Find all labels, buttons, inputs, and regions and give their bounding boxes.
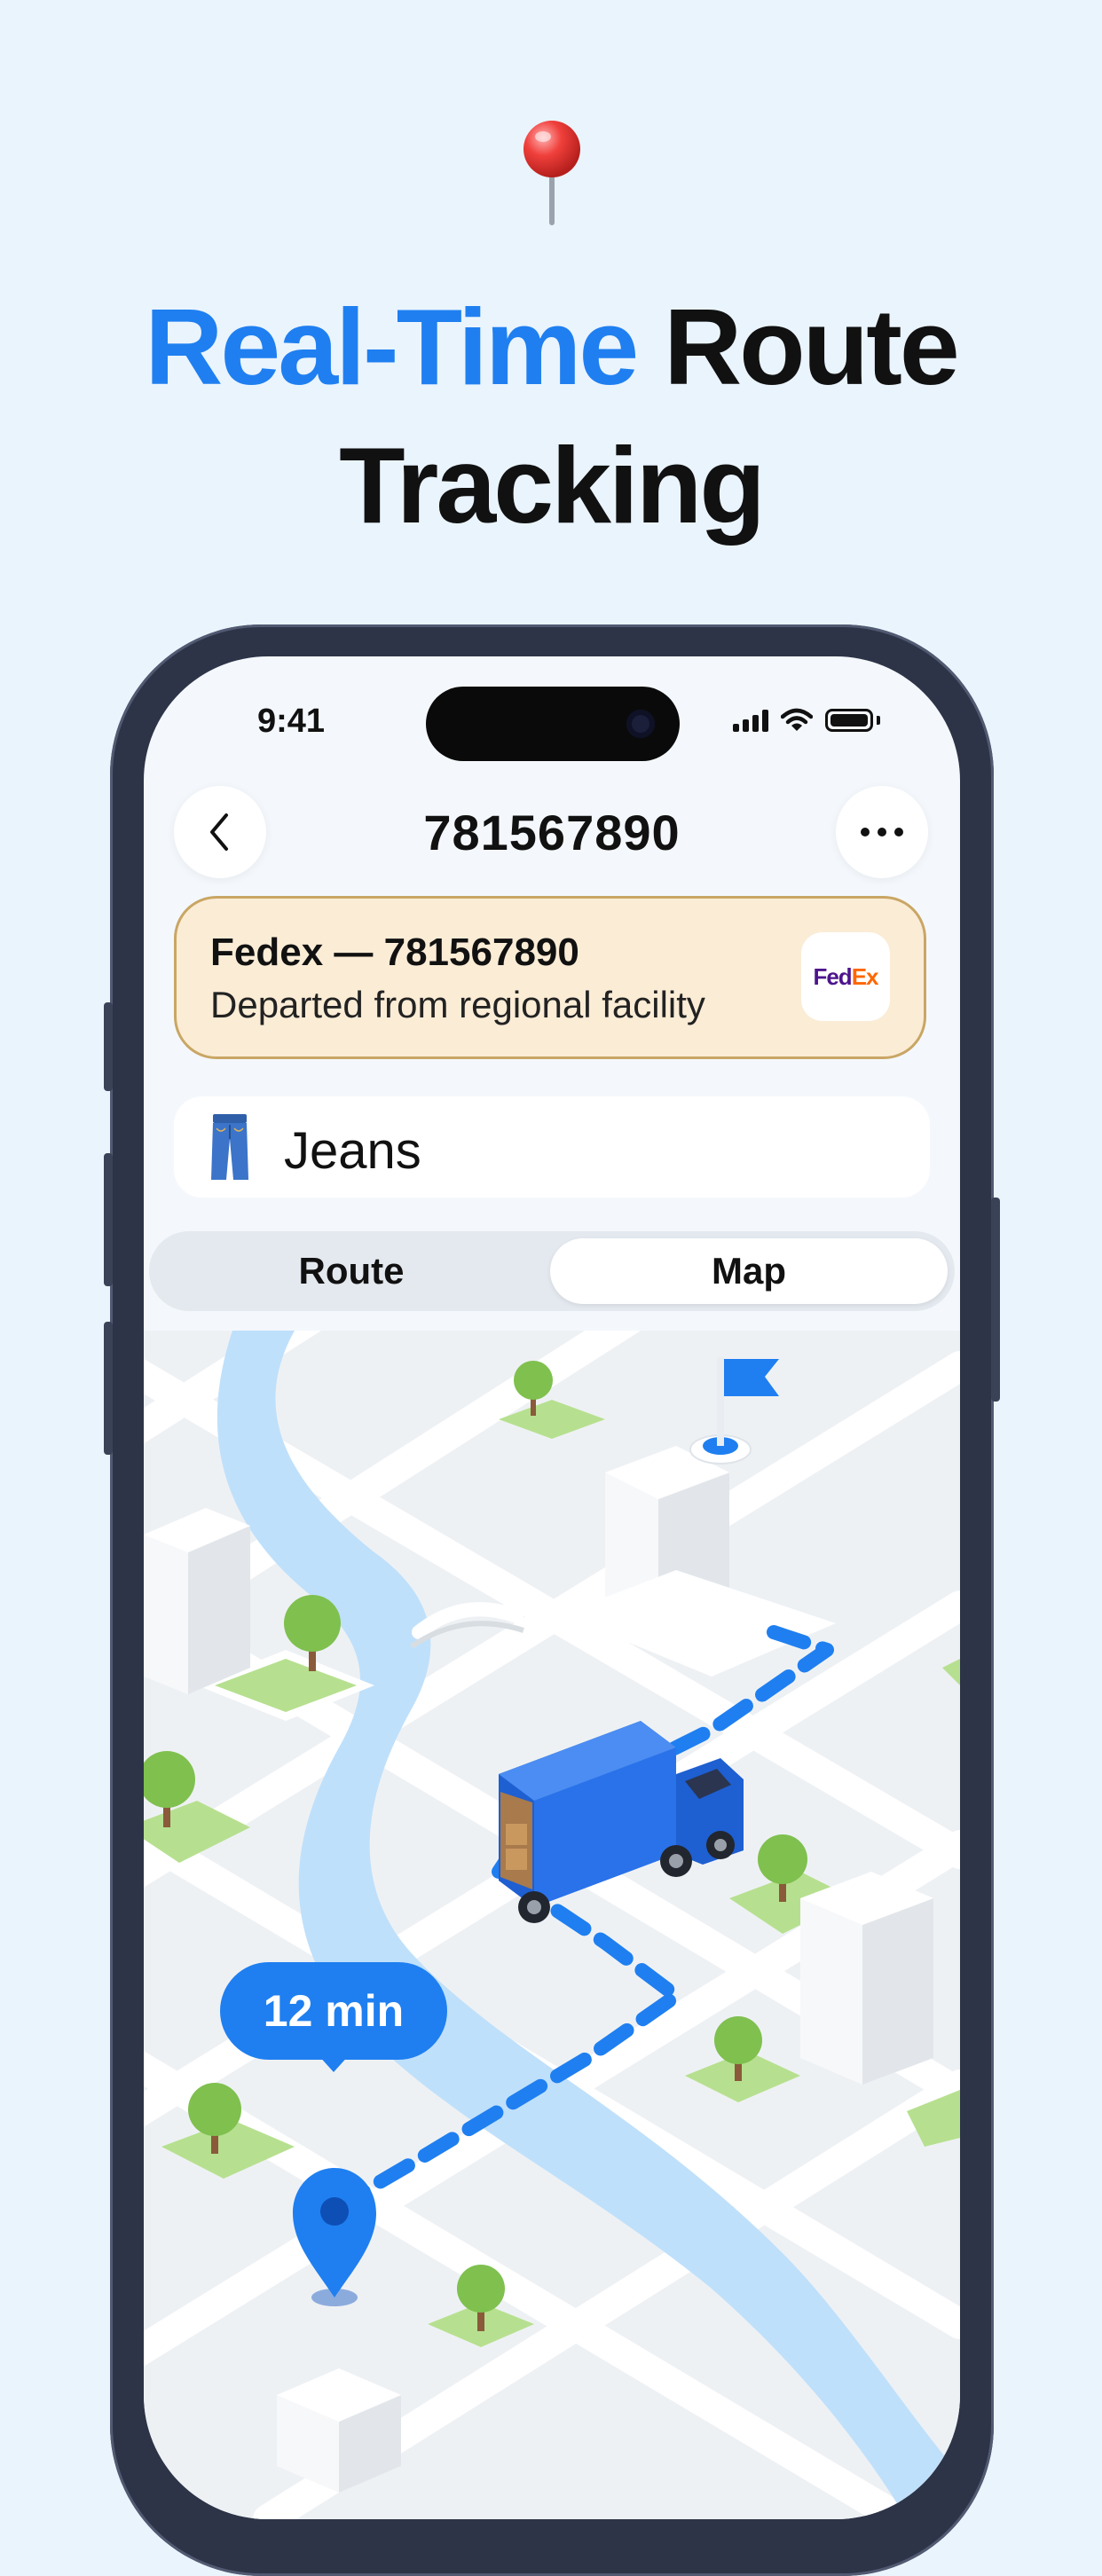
ellipsis-icon [861, 828, 903, 836]
phone-volume-down [104, 1322, 113, 1455]
headline-line-2: Tracking [339, 425, 766, 546]
tab-route[interactable]: Route [156, 1238, 547, 1304]
dynamic-island [426, 687, 680, 761]
phone-side-button [104, 1002, 113, 1091]
battery-icon [825, 709, 873, 732]
carrier-status-card[interactable]: Fedex — 781567890 Departed from regional… [174, 896, 926, 1059]
eta-badge-tail [318, 2054, 350, 2072]
wifi-icon [781, 708, 813, 731]
headline-line1-rest: Route [636, 287, 960, 407]
camera-icon [626, 710, 655, 738]
eta-badge: 12 min [220, 1962, 447, 2060]
phone-power-button [991, 1198, 1000, 1402]
item-name: Jeans [284, 1122, 421, 1180]
headline-accent: Real-Time [145, 287, 639, 407]
tab-map[interactable]: Map [550, 1238, 948, 1304]
fedex-logo: Fed Ex [801, 932, 890, 1021]
fedex-logo-ex: Ex [851, 962, 879, 990]
phone-volume-up [104, 1153, 113, 1286]
battery-cap [877, 716, 880, 725]
jeans-icon [211, 1114, 248, 1180]
package-item-card[interactable]: Jeans [174, 1096, 930, 1198]
headline-line-1: Real-Time Route [0, 293, 1102, 401]
fedex-logo-fed: Fed [813, 962, 852, 990]
status-icons [733, 708, 880, 733]
carrier-status: Departed from regional facility [210, 984, 705, 1025]
phone-screen: 9:41 781567890 Fedex — 781567890 Departe… [144, 656, 960, 2519]
route-map[interactable] [144, 1331, 960, 2519]
view-segmented-control: Route Map [149, 1231, 955, 1311]
status-time: 9:41 [257, 703, 326, 740]
push-pin-icon [523, 121, 580, 225]
cellular-signal-icon [733, 709, 768, 732]
carrier-title: Fedex — 781567890 [210, 931, 579, 974]
more-options-button[interactable] [836, 786, 928, 878]
